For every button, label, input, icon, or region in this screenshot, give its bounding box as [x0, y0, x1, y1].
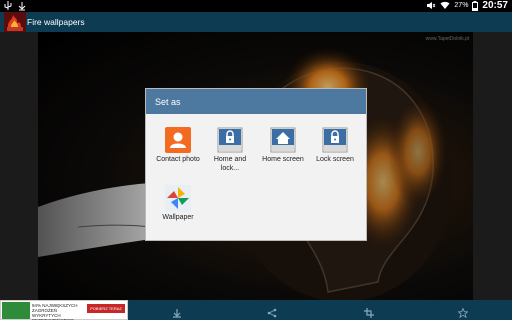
download-icon[interactable]	[172, 305, 182, 318]
home-lock-icon	[217, 127, 243, 153]
app-logo-icon[interactable]	[4, 12, 26, 32]
status-bar: 27% 20:57	[0, 0, 512, 12]
lock-icon	[322, 127, 348, 153]
star-icon[interactable]	[457, 305, 469, 319]
battery-icon	[472, 0, 479, 11]
option-contact-photo[interactable]: Contact photo	[154, 127, 202, 165]
option-home-screen[interactable]: Home screen	[259, 127, 307, 165]
option-label: Contact photo	[156, 156, 200, 163]
option-label: Home screen	[262, 156, 304, 163]
screen: 27% 20:57 Fire wallpapers www.TapetDolni…	[0, 0, 512, 320]
option-label: Wallpaper	[162, 214, 194, 221]
left-margin	[0, 32, 38, 300]
ad-banner[interactable]: 94% NAJWIĘKSZYCH ZAGROŻEŃ WYKRYTYCH BEZP…	[0, 300, 128, 320]
download-icon	[18, 1, 26, 11]
app-title: Fire wallpapers	[27, 17, 85, 27]
share-icon[interactable]	[267, 305, 277, 318]
pinwheel-icon	[165, 185, 191, 211]
option-wallpaper[interactable]: Wallpaper	[154, 185, 202, 223]
home-icon	[270, 127, 296, 153]
option-lock-screen[interactable]: Lock screen	[311, 127, 359, 165]
right-margin	[473, 32, 512, 300]
contact-icon	[165, 127, 191, 153]
battery-percentage: 27%	[454, 2, 469, 9]
option-label: Lock screen	[316, 156, 354, 163]
dialog-title: Set as	[146, 89, 366, 114]
option-label: Home and lock...	[213, 156, 247, 172]
set-as-dialog: Set as Contact photo Home and lock... Ho…	[145, 88, 367, 241]
action-bar: Fire wallpapers	[0, 12, 512, 32]
wifi-icon	[440, 1, 450, 10]
ad-text: 94% NAJWIĘKSZYCH ZAGROŻEŃ WYKRYTYCH BEZP…	[32, 303, 78, 320]
clock: 20:57	[482, 0, 508, 11]
ad-download-button[interactable]: POBIERZ TERAZ	[87, 304, 125, 313]
option-home-and-lock[interactable]: Home and lock...	[206, 127, 254, 173]
mute-icon	[426, 1, 436, 10]
crop-icon[interactable]	[364, 305, 374, 318]
usb-icon	[4, 1, 12, 11]
ad-logo	[2, 302, 30, 319]
bottom-bar: 94% NAJWIĘKSZYCH ZAGROŻEŃ WYKRYTYCH BEZP…	[0, 300, 512, 320]
